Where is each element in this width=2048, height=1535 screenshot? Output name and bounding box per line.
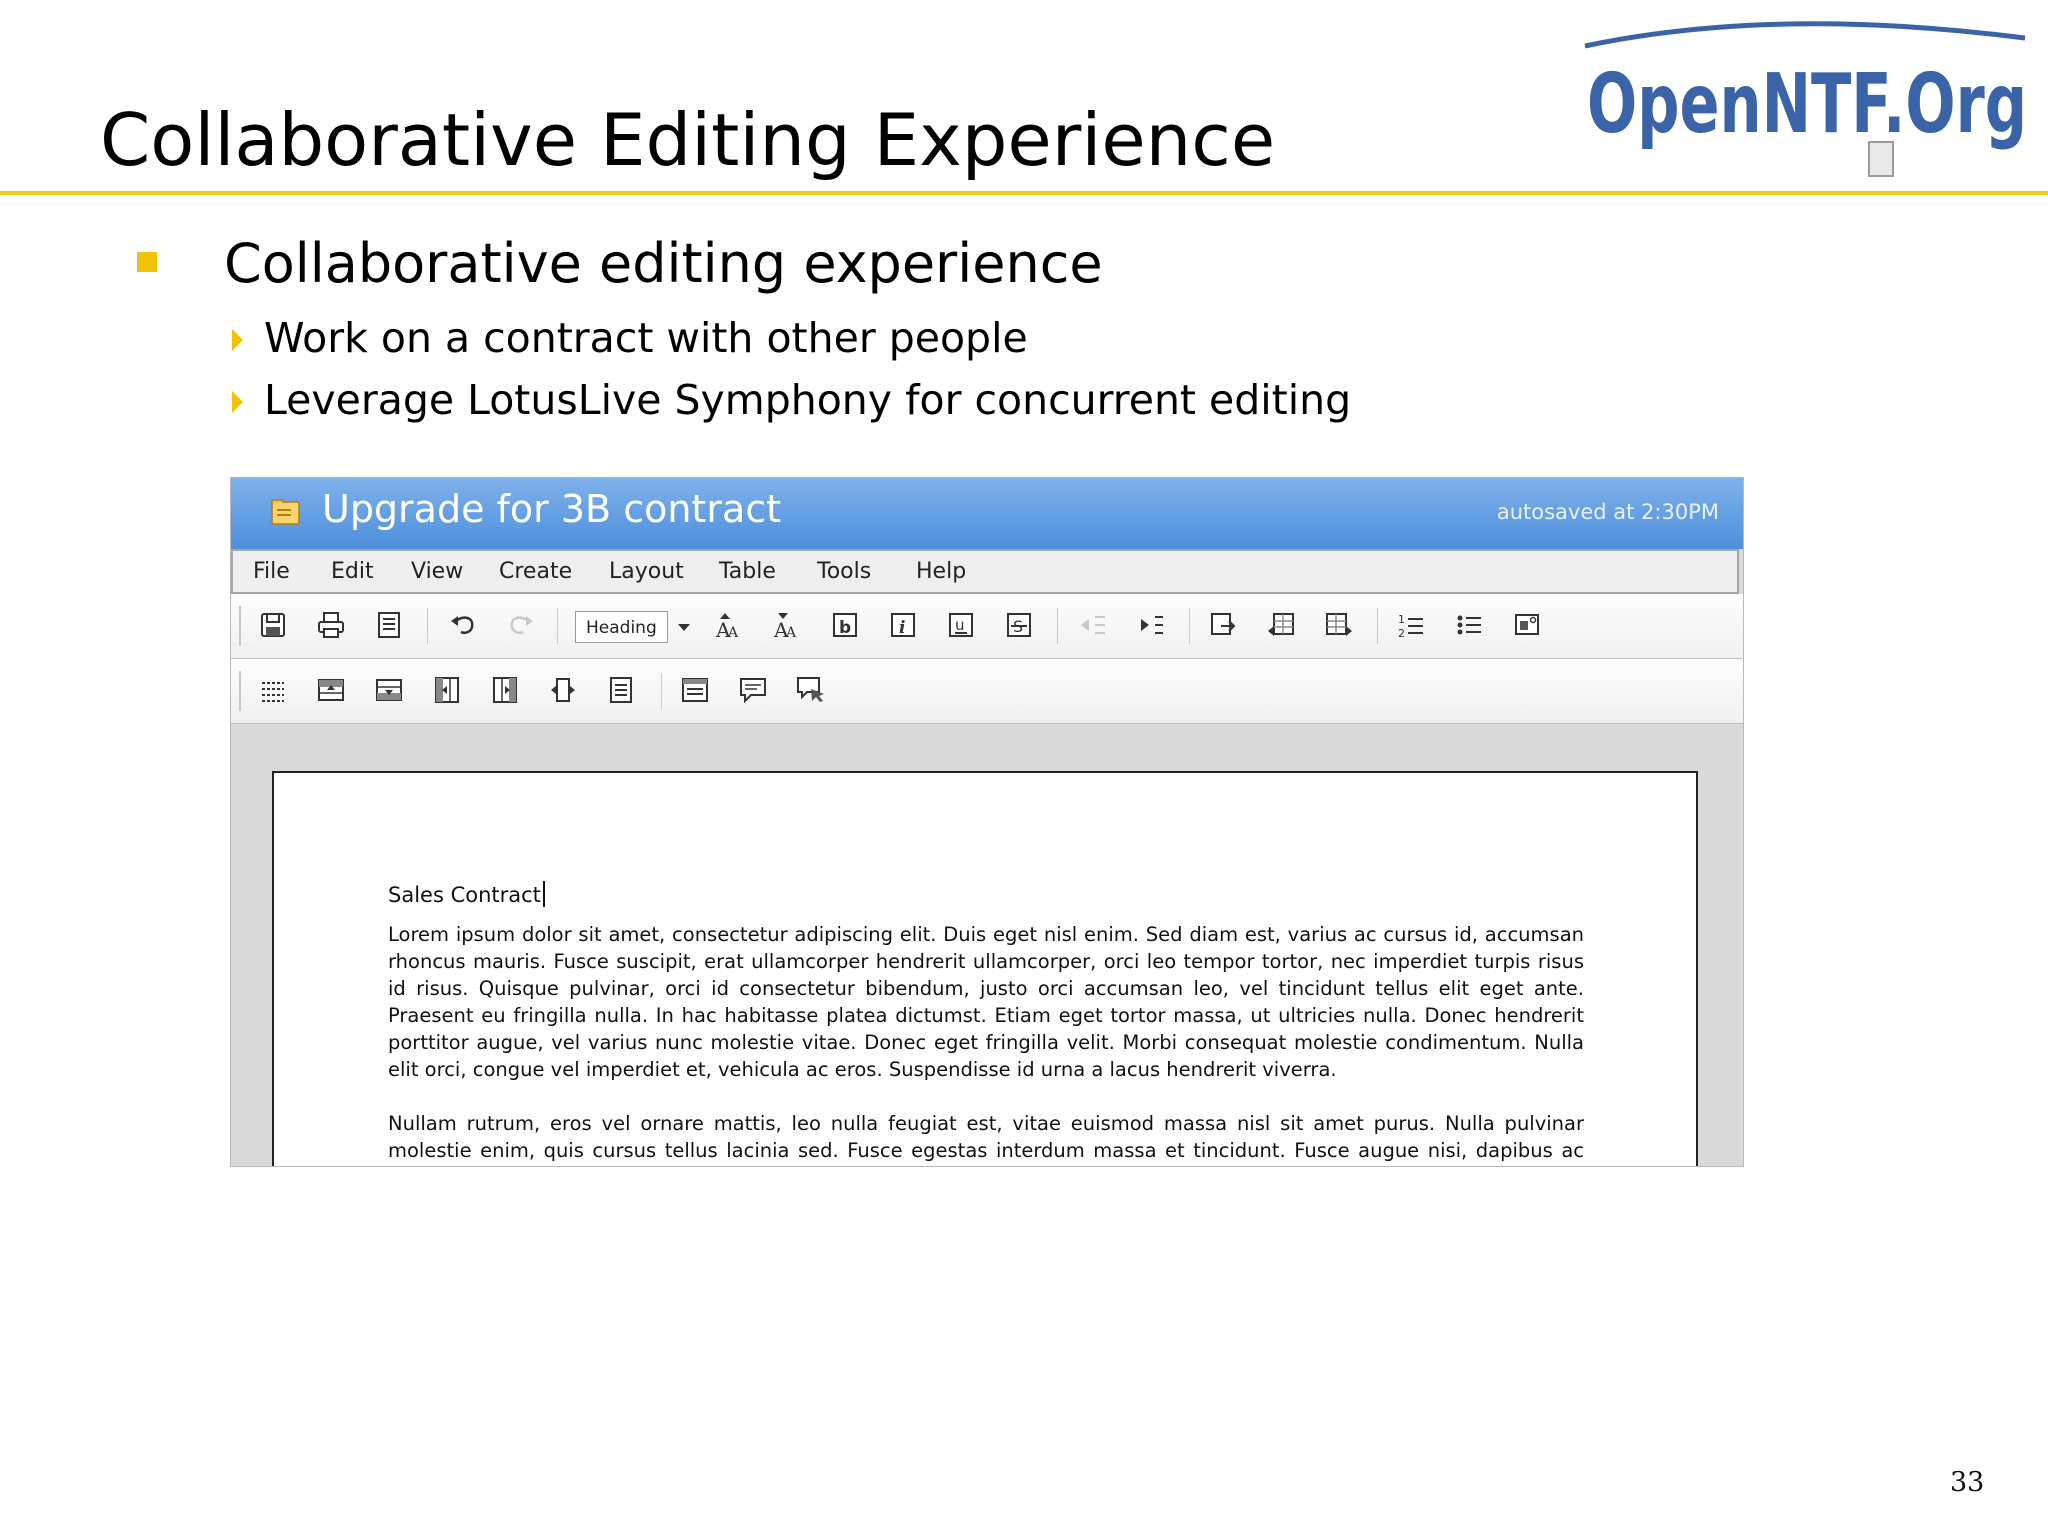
formatting-toolbar: Heading AA AA b i u S xyxy=(231,594,1743,659)
document-heading-text: Sales Contract xyxy=(388,883,541,907)
underline-icon[interactable]: u xyxy=(945,609,977,641)
chevron-down-icon[interactable] xyxy=(678,624,690,631)
table-icon[interactable] xyxy=(1265,609,1297,641)
toolbar-separator xyxy=(1189,608,1190,644)
svg-text:OpenNTF.Org: OpenNTF.Org xyxy=(1587,57,2027,152)
comments-icon[interactable] xyxy=(795,674,827,706)
save-icon[interactable] xyxy=(257,609,289,641)
page-setup-icon[interactable] xyxy=(373,609,405,641)
document-paragraph[interactable]: Lorem ipsum dolor sit amet, consectetur … xyxy=(388,921,1584,1083)
table-properties-icon[interactable] xyxy=(1323,609,1355,641)
svg-text:1: 1 xyxy=(1398,613,1405,626)
slide-title: Collaborative Editing Experience xyxy=(100,98,1276,182)
numbered-list-icon[interactable]: 12 xyxy=(1395,609,1427,641)
autosave-status: autosaved at 2:30PM xyxy=(1496,500,1719,524)
document-heading[interactable]: Sales Contract xyxy=(388,881,545,907)
svg-text:b: b xyxy=(839,618,851,638)
bold-icon[interactable]: b xyxy=(829,609,861,641)
increase-indent-icon[interactable] xyxy=(1135,609,1167,641)
bullet-arrow-icon xyxy=(232,391,243,413)
document-title: Upgrade for 3B contract xyxy=(322,487,782,531)
svg-text:u: u xyxy=(955,616,965,634)
bullet-level2-text: Leverage LotusLive Symphony for concurre… xyxy=(264,376,1352,424)
menu-file[interactable]: File xyxy=(253,559,290,584)
svg-text:A: A xyxy=(727,625,739,641)
slide-page-number: 33 xyxy=(1950,1467,1985,1498)
bullet-arrow-icon xyxy=(232,329,243,351)
menu-help[interactable]: Help xyxy=(916,559,966,584)
menu-create[interactable]: Create xyxy=(499,559,572,584)
insert-column-left-icon[interactable] xyxy=(431,674,463,706)
undo-icon[interactable] xyxy=(447,609,479,641)
toolbar-separator xyxy=(427,608,428,644)
insert-column-right-icon[interactable] xyxy=(489,674,521,706)
redo-icon[interactable] xyxy=(505,609,537,641)
print-icon[interactable] xyxy=(315,609,347,641)
shrink-font-icon[interactable]: AA xyxy=(771,609,803,641)
toolbar-separator xyxy=(661,673,662,709)
paragraph-icon[interactable] xyxy=(679,674,711,706)
split-cell-icon[interactable] xyxy=(547,674,579,706)
text-cursor xyxy=(542,881,545,907)
table-grid-icon[interactable] xyxy=(257,674,289,706)
title-underline xyxy=(0,191,2048,195)
bullet-level1-text: Collaborative editing experience xyxy=(224,232,1103,295)
strikethrough-icon[interactable]: S xyxy=(1003,609,1035,641)
toolbar-separator xyxy=(557,608,558,644)
menu-edit[interactable]: Edit xyxy=(331,559,374,584)
insert-row-above-icon[interactable] xyxy=(315,674,347,706)
document-page[interactable]: Sales Contract Lorem ipsum dolor sit ame… xyxy=(272,771,1698,1166)
image-properties-icon[interactable] xyxy=(1511,609,1543,641)
insert-row-below-icon[interactable] xyxy=(373,674,405,706)
toolbar-grip[interactable] xyxy=(239,606,241,646)
menu-layout[interactable]: Layout xyxy=(609,559,684,584)
svg-text:i: i xyxy=(899,618,905,638)
opennts-logo: OpenNTF.Org xyxy=(1584,21,2027,177)
insert-image-icon[interactable] xyxy=(1207,609,1239,641)
symphony-screenshot: Upgrade for 3B contract autosaved at 2:3… xyxy=(230,477,1744,1167)
svg-text:A: A xyxy=(785,625,797,641)
toolbar-separator xyxy=(1057,608,1058,644)
grow-font-icon[interactable]: AA xyxy=(713,609,745,641)
menu-view[interactable]: View xyxy=(411,559,463,584)
bullet-square-icon xyxy=(137,252,157,272)
menu-bar: File Edit View Create Layout Table Tools… xyxy=(231,549,1739,594)
toolbar-grip[interactable] xyxy=(239,671,241,711)
bullet-list-icon[interactable] xyxy=(1453,609,1485,641)
comment-icon[interactable] xyxy=(737,674,769,706)
menu-table[interactable]: Table xyxy=(719,559,776,584)
menu-tools[interactable]: Tools xyxy=(817,559,871,584)
decrease-indent-icon[interactable] xyxy=(1077,609,1109,641)
bullet-level2-text: Work on a contract with other people xyxy=(264,314,1028,362)
italic-icon[interactable]: i xyxy=(887,609,919,641)
document-title-bar: Upgrade for 3B contract autosaved at 2:3… xyxy=(231,478,1743,549)
folder-icon xyxy=(271,499,300,525)
table-toolbar xyxy=(231,659,1743,724)
toolbar-separator xyxy=(1377,608,1378,644)
document-paragraph[interactable]: Nullam rutrum, eros vel ornare mattis, l… xyxy=(388,1110,1584,1166)
svg-text:2: 2 xyxy=(1398,627,1405,640)
align-block-icon[interactable] xyxy=(605,674,637,706)
paragraph-style-select[interactable]: Heading xyxy=(575,611,668,643)
